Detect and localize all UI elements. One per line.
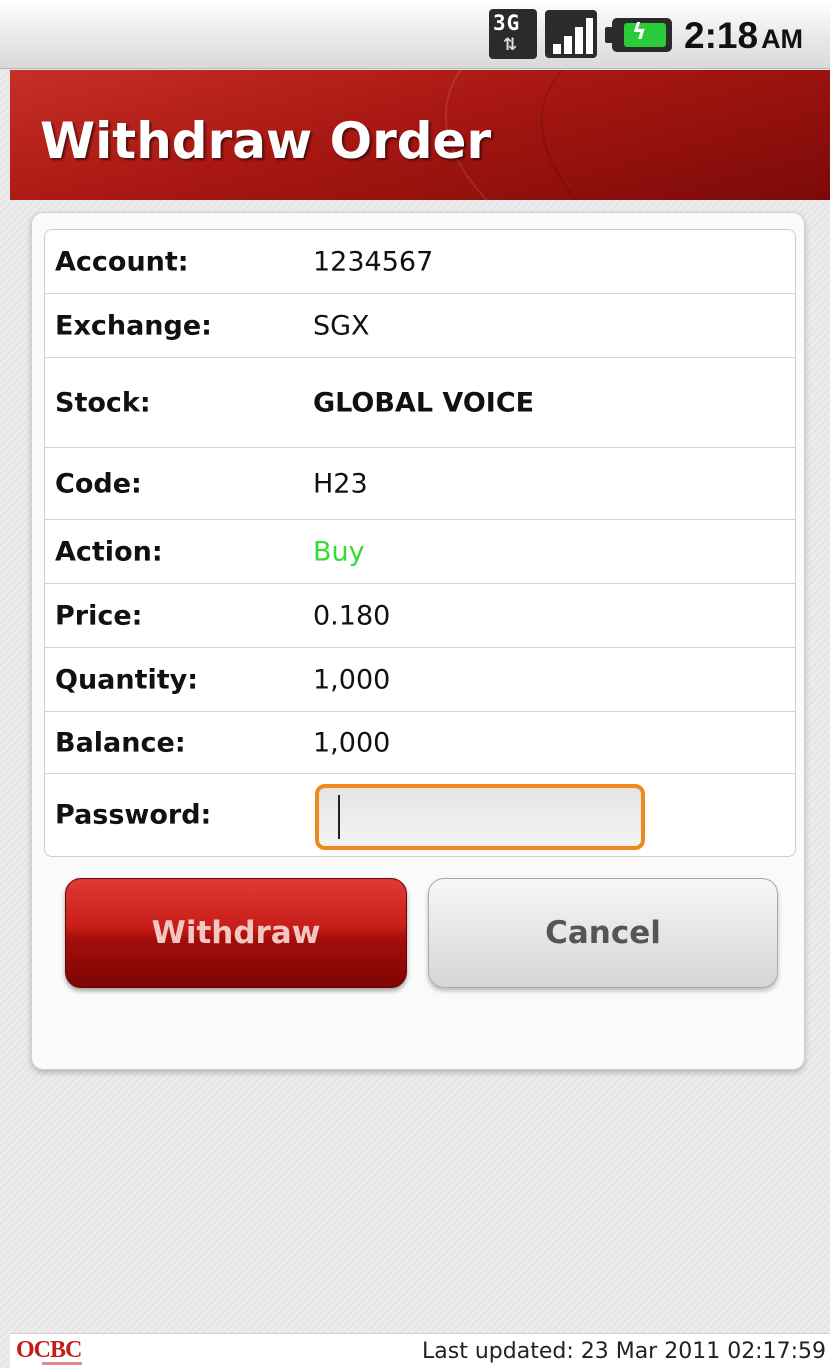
- row-action: Action: Buy: [45, 520, 795, 584]
- row-balance: Balance: 1,000: [45, 712, 795, 774]
- order-details-table: Account: 1234567 Exchange: SGX Stock: GL…: [44, 229, 796, 857]
- battery-charging-icon: ϟ: [605, 18, 672, 52]
- clock-ampm: AM: [761, 24, 804, 54]
- row-quantity: Quantity: 1,000: [45, 648, 795, 712]
- logo-text: OCBC: [16, 1337, 82, 1363]
- row-exchange: Exchange: SGX: [45, 294, 795, 358]
- ocbc-logo: OCBC: [16, 1337, 106, 1367]
- text-cursor: [338, 795, 340, 839]
- signal-strength-icon: [545, 10, 597, 58]
- title-bar: Withdraw Order: [10, 70, 830, 200]
- network-type-label: 3G: [493, 11, 521, 35]
- status-bar: 3G ⇅ ϟ 2:18 AM: [0, 0, 830, 69]
- stock-label: Stock:: [55, 387, 151, 418]
- account-label: Account:: [55, 246, 189, 277]
- row-stock: Stock: GLOBAL VOICE: [45, 358, 795, 448]
- network-3g-icon: 3G ⇅: [489, 9, 537, 59]
- code-value: H23: [313, 468, 368, 499]
- page-title: Withdraw Order: [40, 112, 492, 170]
- price-label: Price:: [55, 600, 143, 631]
- quantity-label: Quantity:: [55, 664, 199, 695]
- exchange-label: Exchange:: [55, 310, 212, 341]
- row-password: Password:: [45, 774, 795, 856]
- withdraw-button[interactable]: Withdraw: [65, 878, 407, 988]
- balance-value: 1,000: [313, 727, 391, 758]
- code-label: Code:: [55, 468, 142, 499]
- balance-label: Balance:: [55, 727, 186, 758]
- action-label: Action:: [55, 536, 163, 567]
- action-value: Buy: [313, 536, 365, 567]
- order-card: Account: 1234567 Exchange: SGX Stock: GL…: [31, 212, 805, 1070]
- row-price: Price: 0.180: [45, 584, 795, 648]
- clock-time: 2:18: [684, 15, 759, 56]
- status-clock: 2:18 AM: [684, 15, 803, 57]
- cancel-button[interactable]: Cancel: [428, 878, 778, 988]
- password-label: Password:: [55, 799, 212, 831]
- row-code: Code: H23: [45, 448, 795, 520]
- last-updated-text: Last updated: 23 Mar 2011 02:17:59: [422, 1339, 826, 1364]
- account-value: 1234567: [313, 246, 434, 277]
- footer: OCBC Last updated: 23 Mar 2011 02:17:59: [10, 1333, 830, 1368]
- quantity-value: 1,000: [313, 664, 391, 695]
- row-account: Account: 1234567: [45, 230, 795, 294]
- stock-value: GLOBAL VOICE: [313, 387, 535, 418]
- password-input[interactable]: [315, 784, 645, 850]
- exchange-value: SGX: [313, 310, 370, 341]
- data-transfer-icon: ⇅: [503, 35, 518, 55]
- price-value: 0.180: [313, 600, 391, 631]
